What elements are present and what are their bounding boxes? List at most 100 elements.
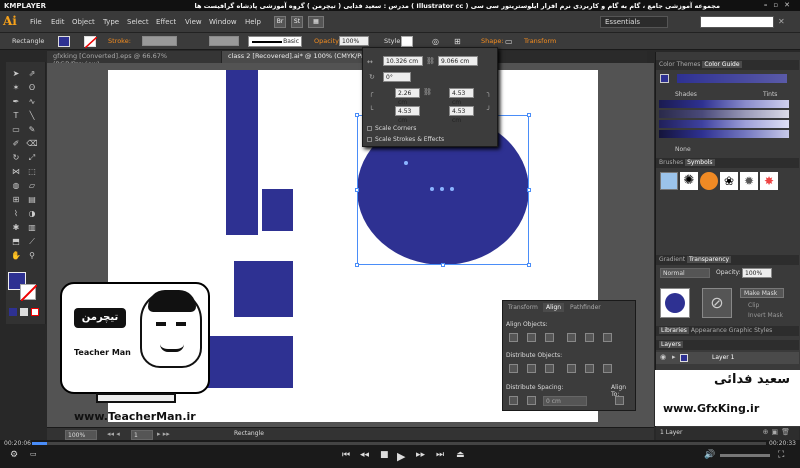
corner-top-right-field[interactable]: 4.53 cm [449, 88, 474, 106]
artboard-tool-icon[interactable]: ⬒ [10, 236, 22, 247]
shape-icon[interactable]: ▭ [505, 37, 513, 46]
gradient-tool-icon[interactable]: ▤ [26, 194, 38, 205]
menu-select[interactable]: Select [127, 18, 149, 26]
distribute-top-icon[interactable] [509, 364, 518, 373]
symbol-swatch[interactable] [660, 172, 678, 190]
opacity-field[interactable]: 100% [339, 36, 369, 46]
tab-graphic-styles[interactable]: Graphic Styles [729, 327, 772, 334]
variable-width-field[interactable] [209, 36, 239, 46]
shape-builder-tool-icon[interactable]: ◍ [10, 180, 22, 191]
resize-handle[interactable] [527, 263, 531, 267]
prev-artboard-icon[interactable]: ◂◂ ◂ [107, 430, 120, 438]
rectangle-shape[interactable] [262, 189, 293, 231]
tab-appearance[interactable]: Appearance [691, 327, 727, 334]
width-field[interactable]: 10.326 cm [383, 56, 423, 66]
rotate-tool-icon[interactable]: ↻ [10, 152, 22, 163]
selection-tool-icon[interactable]: ➤ [10, 68, 22, 79]
align-icon[interactable]: ⊞ [454, 37, 461, 46]
zoom-select[interactable]: 100% [65, 430, 97, 440]
spacing-field[interactable]: 0 cm [543, 396, 587, 406]
angle-field[interactable]: 0° [383, 72, 411, 82]
fill-swatch[interactable] [58, 36, 70, 47]
mesh-tool-icon[interactable]: ⊞ [10, 194, 22, 205]
volume-slider[interactable] [720, 454, 770, 457]
scale-strokes-checkbox[interactable] [367, 137, 372, 142]
live-corner-widget[interactable] [404, 161, 408, 165]
tab-brushes[interactable]: Brushes [659, 159, 683, 166]
resize-handle[interactable] [441, 263, 445, 267]
tab-gfxking[interactable]: gfxking [Converted].eps @ 66.67% (RGB/Pr… [47, 51, 222, 68]
line-tool-icon[interactable]: ╲ [26, 110, 38, 121]
window-controls[interactable]: –▫✕ [764, 1, 796, 9]
menu-window[interactable]: Window [209, 18, 237, 26]
menu-help[interactable]: Help [245, 18, 261, 26]
brush-definition[interactable]: Basic [248, 36, 302, 47]
distribute-left-icon[interactable] [567, 364, 576, 373]
fullscreen-icon[interactable]: ⛶ [778, 450, 784, 460]
settings-icon[interactable]: ⚙ [10, 450, 18, 460]
next-icon[interactable]: ⏭ [436, 450, 444, 460]
menu-view[interactable]: View [185, 18, 202, 26]
forward-icon[interactable]: ▸▸ [416, 450, 425, 460]
gradient-mode-swatch[interactable] [20, 308, 28, 316]
distribute-right-icon[interactable] [603, 364, 612, 373]
corner-type-icon[interactable]: ╰ [369, 106, 373, 114]
make-mask-button[interactable]: Make Mask [740, 288, 784, 298]
eject-icon[interactable]: ⏏ [456, 450, 465, 460]
align-hcenter-icon[interactable] [527, 333, 536, 342]
subtitle-icon[interactable]: ▭ [30, 450, 37, 458]
invert-mask-label[interactable]: Invert Mask [748, 312, 783, 319]
menu-edit[interactable]: Edit [51, 18, 65, 26]
harmony-colors[interactable] [677, 74, 787, 83]
variation-row[interactable] [659, 100, 789, 108]
toolbox-stroke-swatch[interactable] [20, 284, 38, 302]
resize-handle[interactable] [527, 188, 531, 192]
resize-handle[interactable] [527, 113, 531, 117]
link-icon[interactable]: ⛓ [426, 57, 435, 65]
rectangle-shape[interactable] [226, 70, 258, 235]
align-bottom-icon[interactable] [603, 333, 612, 342]
align-vcenter-icon[interactable] [585, 333, 594, 342]
menu-object[interactable]: Object [72, 18, 95, 26]
eraser-tool-icon[interactable]: ⌫ [26, 138, 38, 149]
none-mode-swatch[interactable] [31, 308, 39, 316]
base-color-swatch[interactable] [660, 74, 669, 83]
bridge-button[interactable]: Br [274, 16, 286, 28]
align-right-icon[interactable] [545, 333, 554, 342]
column-graph-tool-icon[interactable]: ▥ [26, 222, 38, 233]
tab-layers[interactable]: Layers [659, 341, 683, 348]
corner-bottom-left-field[interactable]: 4.53 cm [395, 106, 420, 124]
corner-bottom-right-field[interactable]: 4.53 cm [449, 106, 474, 124]
symbol-flower-icon[interactable]: ❀ [720, 172, 738, 190]
free-transform-tool-icon[interactable]: ⬚ [26, 166, 38, 177]
symbol-swatch[interactable] [700, 172, 718, 190]
blend-mode-select[interactable]: Normal [660, 268, 710, 278]
corner-type-icon[interactable]: ╯ [487, 106, 491, 114]
align-to-icon[interactable] [615, 396, 624, 405]
variation-row[interactable] [659, 120, 789, 128]
expand-arrow-icon[interactable]: ▸ [672, 353, 676, 361]
mask-empty-icon[interactable]: ⊘ [702, 288, 732, 318]
align-top-icon[interactable] [567, 333, 576, 342]
tab-transparency[interactable]: Transparency [687, 256, 732, 263]
tab-libraries[interactable]: Libraries [659, 327, 689, 334]
variation-row[interactable] [659, 130, 789, 138]
width-tool-icon[interactable]: ⋈ [10, 166, 22, 177]
paintbrush-tool-icon[interactable]: ✎ [26, 124, 38, 135]
zoom-tool-icon[interactable]: ⚲ [26, 250, 38, 261]
tab-pathfinder[interactable]: Pathfinder [567, 303, 604, 312]
object-thumbnail[interactable] [660, 288, 690, 318]
direct-selection-tool-icon[interactable]: ⇗ [26, 68, 38, 79]
stroke-swatch[interactable] [84, 36, 98, 49]
corner-top-left-field[interactable]: 2.26 cm [395, 88, 420, 106]
shape-label[interactable]: Shape: [481, 37, 504, 45]
distribute-bottom-icon[interactable] [545, 364, 554, 373]
distribute-vspace-icon[interactable] [509, 396, 518, 405]
layer-row[interactable]: ◉ ▸ Layer 1 [656, 352, 799, 364]
arrange-documents-icon[interactable]: ▦ [308, 16, 324, 28]
seek-bar[interactable] [32, 442, 766, 445]
hand-tool-icon[interactable]: ✋ [10, 250, 22, 261]
layer-actions-icons[interactable]: ⊕▣🗑 [763, 428, 793, 436]
menu-file[interactable]: File [30, 18, 42, 26]
menu-effect[interactable]: Effect [156, 18, 176, 26]
